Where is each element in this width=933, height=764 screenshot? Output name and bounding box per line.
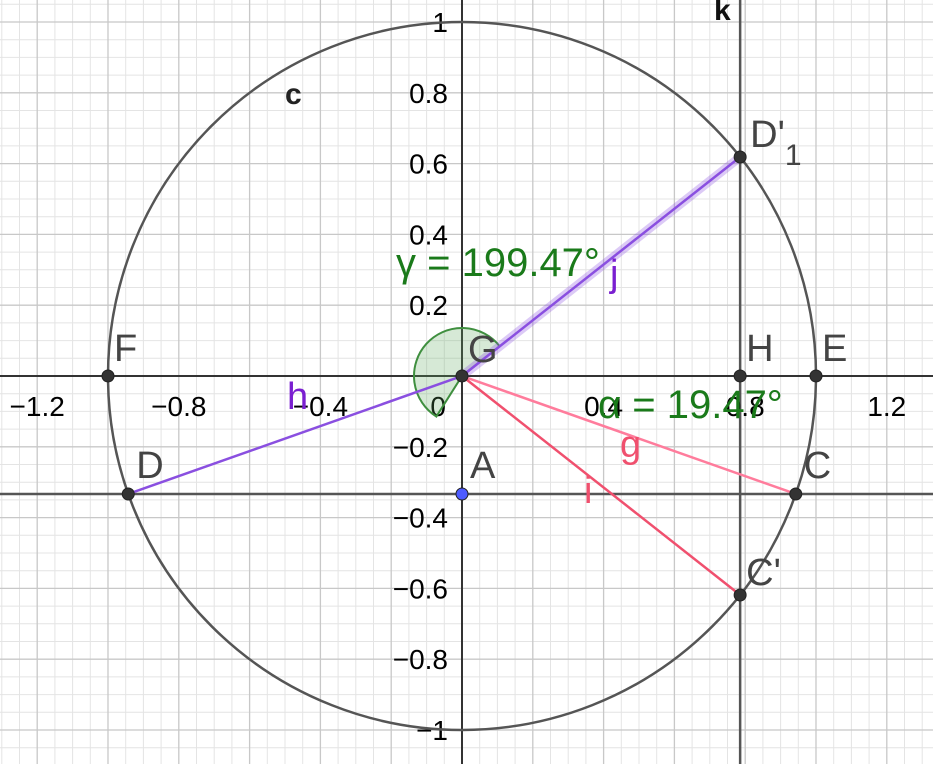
segment-g-label: g xyxy=(620,424,641,466)
angle-gamma-label: γ = 199.47° xyxy=(396,241,600,285)
segment-i-label: i xyxy=(584,470,592,512)
point-F[interactable] xyxy=(101,369,115,383)
point-label-C-prime: C' xyxy=(746,552,781,594)
point-A[interactable] xyxy=(455,487,469,501)
x-tick-label: −1.2 xyxy=(10,391,65,422)
point-C[interactable] xyxy=(789,487,803,501)
geometry-canvas[interactable]: −1.2 −0.8 −0.4 0 0.4 0.8 1.2 10.80.60.40.2−0.2… xyxy=(0,0,933,764)
y-tick-label: −0.8 xyxy=(393,644,448,675)
x-tick-label: 1.2 xyxy=(867,391,906,422)
x-tick-label: −0.8 xyxy=(151,391,206,422)
y-tick-label: −0.2 xyxy=(393,432,448,463)
major-grid xyxy=(0,0,933,764)
point-labels: GF EHD CC'D'1A xyxy=(114,114,847,594)
point-G[interactable] xyxy=(455,369,469,383)
y-tick-label: −0.4 xyxy=(393,503,448,534)
circle-label: c xyxy=(285,78,302,111)
segment-j-label: j xyxy=(609,253,618,295)
y-tick-label: −0.6 xyxy=(393,573,448,604)
point-E[interactable] xyxy=(809,369,823,383)
point-label-A: A xyxy=(470,445,496,487)
point-label-E: E xyxy=(822,328,847,370)
point-label-G: G xyxy=(468,329,498,371)
line-k-label: k xyxy=(714,0,731,27)
point-label-D: D xyxy=(136,445,163,487)
point-D-prime[interactable] xyxy=(733,150,747,164)
point-H[interactable] xyxy=(733,369,747,383)
point-label-C: C xyxy=(804,445,831,487)
point-label-F: F xyxy=(114,328,137,370)
segment-h-label: h xyxy=(287,376,308,418)
point-D[interactable] xyxy=(121,487,135,501)
y-tick-label: 0.8 xyxy=(409,78,448,109)
minor-grid xyxy=(0,0,933,764)
point-label-H: H xyxy=(746,328,773,370)
point-C-prime[interactable] xyxy=(733,588,747,602)
y-tick-label: 0.6 xyxy=(409,149,448,180)
angle-alpha-label: α = 19.47° xyxy=(598,383,783,427)
y-tick-label: 0.2 xyxy=(409,290,448,321)
lines-layer xyxy=(0,0,933,764)
